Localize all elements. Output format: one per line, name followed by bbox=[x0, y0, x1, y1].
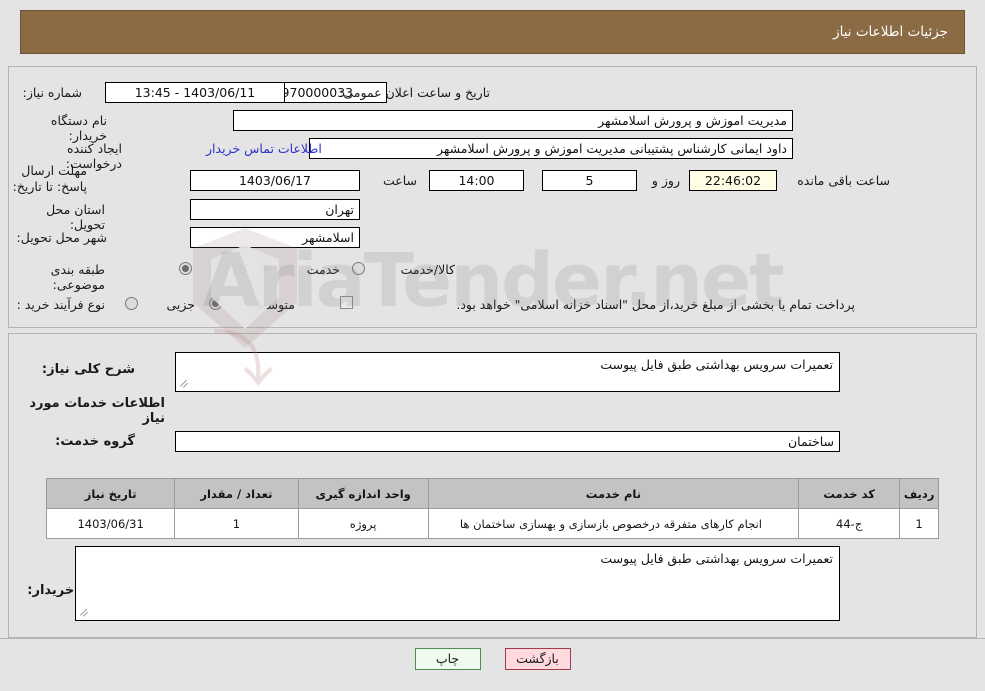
category-radio-kala[interactable] bbox=[179, 262, 192, 275]
purchase-type-label: نوع فرآیند خرید : bbox=[16, 297, 105, 312]
purchase-type-option-0-label: جزیی bbox=[166, 297, 195, 312]
treasury-bonds-text: پرداخت تمام یا بخشی از مبلغ خرید،از محل … bbox=[456, 297, 855, 312]
th-row: ردیف bbox=[899, 478, 939, 509]
treasury-bonds-checkbox[interactable] bbox=[340, 296, 353, 309]
buyer-org-label: نام دستگاه خریدار: bbox=[50, 113, 107, 143]
cell-qty: 1 bbox=[174, 508, 299, 539]
page-header: جزئیات اطلاعات نیاز bbox=[20, 10, 965, 54]
cell-date: 1403/06/31 bbox=[45, 508, 176, 539]
countdown-field: 22:46:02 bbox=[689, 170, 777, 191]
buyer-contact-link[interactable]: اطلاعات تماس خریدار bbox=[206, 141, 322, 156]
cell-code: ج-44 bbox=[798, 508, 901, 539]
general-desc-value: تعمیرات سرویس بهداشتی طبق فایل پیوست bbox=[600, 357, 833, 372]
category-option-1-label: خدمت bbox=[306, 262, 340, 277]
th-date: تاریخ نیاز bbox=[45, 478, 176, 509]
deadline-hour-label: ساعت bbox=[382, 173, 417, 188]
buyer-org-field: مدیریت اموزش و پرورش اسلامشهر bbox=[233, 110, 793, 131]
need-number-label: شماره نیاز: bbox=[22, 85, 82, 100]
resize-grip-icon-2[interactable] bbox=[79, 606, 91, 618]
table-row: 1 ج-44 انجام کارهای متفرقه درخصوص بازساز… bbox=[45, 508, 939, 539]
print-button[interactable]: چاپ bbox=[414, 648, 481, 670]
page-title: جزئیات اطلاعات نیاز bbox=[833, 24, 948, 40]
tender-details-page: ⤵ AriaTender.net جزئیات اطلاعات نیاز شما… bbox=[0, 0, 985, 691]
province-field: تهران bbox=[190, 199, 360, 220]
general-desc-textarea[interactable]: تعمیرات سرویس بهداشتی طبق فایل پیوست bbox=[175, 352, 840, 392]
th-code: کد خدمت bbox=[798, 478, 901, 509]
resize-grip-icon[interactable] bbox=[179, 377, 191, 389]
general-desc-label: شرح کلی نیاز: bbox=[41, 362, 135, 377]
category-radio-kala-khedmat[interactable] bbox=[352, 262, 365, 275]
table-header-row: ردیف کد خدمت نام خدمت واحد اندازه گیری ت… bbox=[45, 478, 939, 509]
purchase-type-option-1-label: متوسط bbox=[255, 297, 295, 312]
province-label: استان محل تحویل: bbox=[46, 202, 105, 232]
footer-actions: بازگشت چاپ bbox=[0, 648, 985, 670]
need-info-panel bbox=[8, 66, 977, 328]
category-label: طبقه بندی موضوعی: bbox=[50, 262, 105, 292]
purchase-type-radio-jozei[interactable] bbox=[125, 297, 138, 310]
city-field: اسلامشهر bbox=[190, 227, 360, 248]
category-option-2-label: کالا/خدمت bbox=[400, 262, 455, 277]
requester-field: داود ایمانی کارشناس پشتیبانی مدیریت اموز… bbox=[309, 138, 793, 159]
city-label: شهر محل تحویل: bbox=[16, 230, 107, 245]
deadline-date-field: 1403/06/17 bbox=[190, 170, 360, 191]
category-option-0-label: کالا bbox=[231, 262, 248, 277]
days-label: روز و bbox=[651, 173, 680, 188]
deadline-time-field: 14:00 bbox=[429, 170, 524, 191]
public-announce-label: تاریخ و ساعت اعلان عمومی: bbox=[339, 85, 490, 100]
public-announce-field: 1403/06/11 - 13:45 bbox=[105, 82, 285, 103]
th-name: نام خدمت bbox=[427, 478, 800, 509]
services-section-title: اطلاعات خدمات مورد نیاز bbox=[29, 396, 165, 426]
th-unit: واحد اندازه گیری bbox=[297, 478, 429, 509]
footer-divider bbox=[0, 638, 985, 639]
cell-unit: پروژه bbox=[297, 508, 429, 539]
buyer-notes-textarea[interactable]: تعمیرات سرویس بهداشتی طبق فایل پیوست bbox=[75, 546, 840, 621]
purchase-type-radio-motavasset[interactable] bbox=[209, 297, 222, 310]
cell-row: 1 bbox=[899, 508, 939, 539]
service-group-field: ساختمان bbox=[175, 431, 840, 452]
deadline-label: مهلت ارسال پاسخ: تا تاریخ: bbox=[12, 163, 87, 194]
remaining-hours-label: ساعت باقی مانده bbox=[797, 173, 890, 188]
th-qty: تعداد / مقدار bbox=[174, 478, 299, 509]
cell-name: انجام کارهای متفرقه درخصوص بازسازی و بهس… bbox=[427, 508, 800, 539]
buyer-notes-value: تعمیرات سرویس بهداشتی طبق فایل پیوست bbox=[600, 551, 833, 566]
category-radio-khedmat[interactable] bbox=[259, 262, 272, 275]
remaining-days-field: 5 bbox=[542, 170, 637, 191]
service-group-label: گروه خدمت: bbox=[55, 434, 135, 449]
services-table: ردیف کد خدمت نام خدمت واحد اندازه گیری ت… bbox=[45, 478, 939, 539]
back-button[interactable]: بازگشت bbox=[504, 648, 571, 670]
